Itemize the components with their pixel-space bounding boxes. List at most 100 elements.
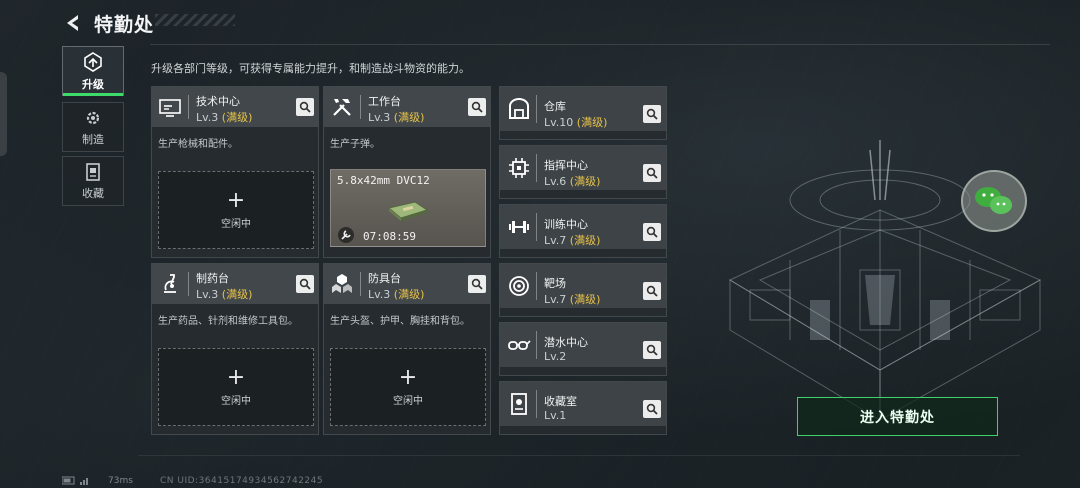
search-icon bbox=[646, 167, 658, 179]
search-icon bbox=[471, 278, 483, 290]
user-uid: CN UID:3641517493456274224​5 bbox=[160, 476, 324, 486]
max-level-badge: (满级) bbox=[221, 288, 253, 301]
inspect-button[interactable] bbox=[643, 400, 661, 418]
separator bbox=[360, 272, 361, 296]
max-level-badge: (满级) bbox=[569, 234, 601, 247]
facility-row-diving-center[interactable]: 潜水中心 Lv.2 bbox=[499, 322, 667, 376]
divider bbox=[150, 44, 1050, 45]
level-value: Lv.3 bbox=[196, 288, 219, 301]
facility-description: 生产药品、针剂和维修工具包。 bbox=[158, 316, 298, 327]
separator bbox=[536, 154, 537, 182]
diving-goggles-icon bbox=[508, 340, 531, 350]
back-arrow-icon[interactable] bbox=[62, 12, 84, 34]
max-level-badge: (满级) bbox=[569, 293, 601, 306]
facility-card-tech-center[interactable]: 技术中心 Lv.3 (满级) 生产枪械和配件。 + 空闲中 bbox=[151, 86, 319, 258]
inspect-button[interactable] bbox=[643, 164, 661, 182]
sidebar-item-craft[interactable]: 制造 bbox=[62, 102, 124, 152]
facility-row-shooting-range[interactable]: 靶场 Lv.7 (满级) bbox=[499, 263, 667, 317]
sidebar-item-collection[interactable]: 收藏 bbox=[62, 156, 124, 206]
facility-level: Lv.7 (满级) bbox=[544, 291, 600, 307]
plus-icon: + bbox=[226, 187, 246, 213]
idle-slot[interactable]: + 空闲中 bbox=[158, 171, 314, 249]
facility-name: 靶场 bbox=[544, 277, 566, 290]
collection-icon bbox=[86, 162, 100, 181]
slot-status: 空闲中 bbox=[221, 395, 251, 407]
facility-name: 仓库 bbox=[544, 100, 566, 113]
ammo-box-icon bbox=[387, 201, 429, 221]
facility-card-armor-bench[interactable]: 防具台 Lv.3 (满级) 生产头盔、护甲、胸挂和背包。 + 空闲中 bbox=[323, 263, 491, 435]
separator bbox=[536, 95, 537, 123]
search-icon bbox=[299, 278, 311, 290]
level-value: Lv.3 bbox=[368, 288, 391, 301]
level-value: Lv.6 bbox=[544, 175, 567, 188]
search-icon bbox=[299, 101, 311, 113]
facility-row-collection-room[interactable]: 收藏室 Lv.1 bbox=[499, 381, 667, 435]
footer-divider bbox=[138, 455, 1020, 465]
facility-name: 训练中心 bbox=[544, 218, 588, 231]
plus-icon: + bbox=[226, 364, 246, 390]
inspect-button[interactable] bbox=[643, 282, 661, 300]
separator bbox=[536, 331, 537, 359]
idle-slot[interactable]: + 空闲中 bbox=[158, 348, 314, 426]
dumbbell-icon bbox=[509, 221, 529, 233]
facility-name: 收藏室 bbox=[544, 395, 577, 408]
inspect-button[interactable] bbox=[468, 98, 486, 116]
facility-level: Lv.10 (满级) bbox=[544, 114, 607, 130]
idle-slot[interactable]: + 空闲中 bbox=[330, 348, 486, 426]
facility-name: 工作台 bbox=[368, 95, 401, 108]
facility-level: Lv.1 bbox=[544, 409, 566, 422]
plus-icon: + bbox=[398, 364, 418, 390]
facility-level: Lv.2 bbox=[544, 350, 566, 363]
header-decoration bbox=[155, 14, 235, 26]
collection-room-icon bbox=[511, 393, 527, 415]
facility-card-workbench[interactable]: 工作台 Lv.3 (满级) 生产子弹。 5.8x42mm DVC12 07:08… bbox=[323, 86, 491, 258]
separator bbox=[536, 390, 537, 418]
facility-level: Lv.3 (满级) bbox=[196, 286, 252, 302]
max-level-badge: (满级) bbox=[221, 111, 253, 124]
tech-center-icon bbox=[159, 99, 181, 117]
facility-level: Lv.3 (满级) bbox=[368, 286, 424, 302]
sidebar-item-label: 收藏 bbox=[82, 186, 104, 200]
level-value: Lv.2 bbox=[544, 350, 567, 363]
inspect-button[interactable] bbox=[643, 105, 661, 123]
max-level-badge: (满级) bbox=[393, 111, 425, 124]
search-icon bbox=[471, 101, 483, 113]
facility-level: Lv.3 (满级) bbox=[196, 109, 252, 125]
production-timer: 07:08:59 bbox=[363, 230, 416, 243]
inspect-button[interactable] bbox=[643, 223, 661, 241]
facility-name: 技术中心 bbox=[196, 95, 240, 108]
production-item-name: 5.8x42mm DVC12 bbox=[337, 174, 430, 187]
page-title: 特勤处 bbox=[94, 13, 155, 36]
edge-pull-tab[interactable] bbox=[0, 72, 7, 156]
sidebar-item-upgrade[interactable]: 升级 bbox=[62, 46, 124, 96]
upgrade-icon bbox=[84, 51, 102, 72]
facility-row-training-center[interactable]: 训练中心 Lv.7 (满级) bbox=[499, 204, 667, 258]
facility-row-warehouse[interactable]: 仓库 Lv.10 (满级) bbox=[499, 86, 667, 140]
inspect-button[interactable] bbox=[468, 275, 486, 293]
facility-row-command-center[interactable]: 指挥中心 Lv.6 (满级) bbox=[499, 145, 667, 199]
ping-readout: 73ms bbox=[108, 476, 133, 486]
facility-level: Lv.3 (满级) bbox=[368, 109, 424, 125]
facility-card-pharmacy[interactable]: 制药台 Lv.3 (满级) 生产药品、针剂和维修工具包。 + 空闲中 bbox=[151, 263, 319, 435]
chat-button[interactable] bbox=[961, 170, 1027, 232]
armor-bench-icon bbox=[332, 274, 352, 293]
battery-signal-status bbox=[61, 476, 102, 488]
separator bbox=[188, 95, 189, 119]
facility-level: Lv.7 (满级) bbox=[544, 232, 600, 248]
facility-description: 生产子弹。 bbox=[330, 139, 380, 150]
enter-special-ops-button[interactable]: 进入特勤处 bbox=[797, 397, 998, 436]
production-slot[interactable]: 5.8x42mm DVC12 07:08:59 bbox=[330, 169, 486, 247]
facility-description: 生产枪械和配件。 bbox=[158, 139, 238, 150]
level-value: Lv.1 bbox=[544, 409, 567, 422]
inspect-button[interactable] bbox=[296, 275, 314, 293]
slot-status: 空闲中 bbox=[393, 395, 423, 407]
search-icon bbox=[646, 285, 658, 297]
max-level-badge: (满级) bbox=[576, 116, 608, 129]
sidebar-item-label: 制造 bbox=[82, 132, 104, 146]
inspect-button[interactable] bbox=[296, 98, 314, 116]
facility-name: 潜水中心 bbox=[544, 336, 588, 349]
inspect-button[interactable] bbox=[643, 341, 661, 359]
command-center-icon bbox=[509, 158, 529, 178]
search-icon bbox=[646, 403, 658, 415]
page-description: 升级各部门等级，可获得专属能力提升，和制造战斗物资的能力。 bbox=[151, 62, 470, 75]
